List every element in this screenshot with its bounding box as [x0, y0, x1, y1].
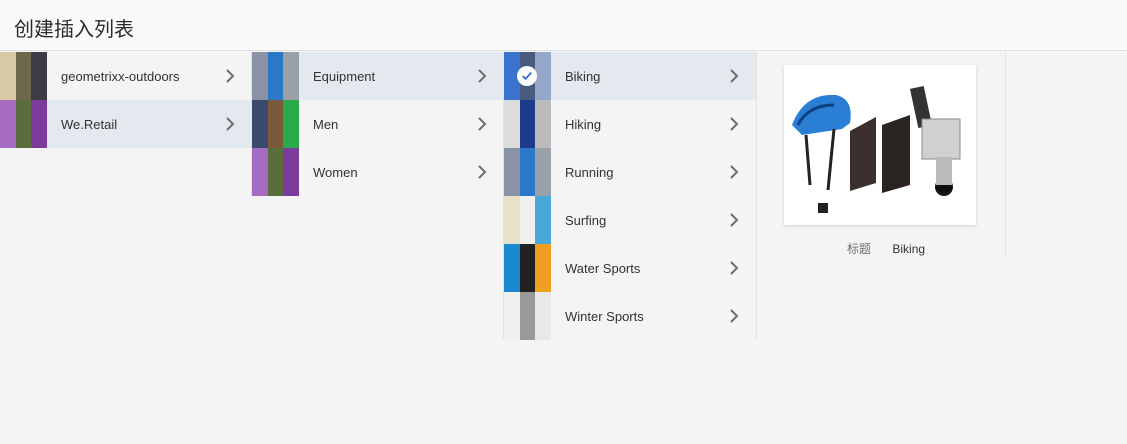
chevron-right-icon[interactable] — [726, 68, 742, 84]
meta-value: Biking — [892, 242, 926, 256]
list-item[interactable]: Men — [252, 100, 504, 148]
list-item-label: Women — [313, 164, 358, 180]
preview-image — [784, 65, 976, 225]
chevron-right-icon[interactable] — [474, 164, 490, 180]
list-item[interactable]: Biking — [504, 52, 756, 100]
list-item-label: Running — [565, 164, 614, 180]
thumbnail-image — [0, 100, 47, 148]
chevron-right-icon[interactable] — [726, 260, 742, 276]
column-1: geometrixx-outdoors We.Retail — [0, 52, 252, 148]
chevron-right-icon[interactable] — [726, 308, 742, 324]
thumbnail-image — [252, 52, 299, 100]
thumbnail-image — [504, 196, 551, 244]
list-item[interactable]: Equipment — [252, 52, 504, 100]
thumbnail-image — [504, 52, 551, 100]
chevron-right-icon[interactable] — [222, 116, 238, 132]
list-item-label: Men — [313, 116, 339, 132]
list-item-label: Biking — [565, 68, 601, 84]
meta-key: 标题 — [847, 242, 872, 256]
chevron-right-icon[interactable] — [474, 68, 490, 84]
thumbnail-image — [504, 148, 551, 196]
chevron-right-icon[interactable] — [726, 212, 742, 228]
helmet-image — [792, 94, 851, 213]
list-item-label: Winter Sports — [565, 308, 644, 324]
list-item[interactable]: Hiking — [504, 100, 756, 148]
list-item-label: Equipment — [313, 68, 376, 84]
tool-image — [909, 85, 961, 196]
list-item[interactable]: geometrixx-outdoors — [0, 52, 252, 100]
thumbnail-image — [504, 292, 551, 340]
thumbnail-image — [252, 148, 299, 196]
list-item[interactable]: We.Retail — [0, 100, 252, 148]
header-bar: 创建插入列表 — [0, 0, 1127, 51]
list-item[interactable]: Women — [252, 148, 504, 196]
thumbnail-image — [0, 52, 47, 100]
page-title: 创建插入列表 — [14, 17, 134, 41]
column-2: Equipment Men Women — [251, 52, 504, 196]
preview-meta: 标题 Biking — [847, 240, 925, 257]
chevron-right-icon[interactable] — [726, 116, 742, 132]
chevron-right-icon[interactable] — [474, 116, 490, 132]
column-3: Biking Hiking Running Surfing Water Sports Wi… — [503, 52, 757, 340]
list-item-label: Hiking — [565, 116, 602, 132]
list-item-label: Water Sports — [565, 260, 641, 276]
list-item-label: Surfing — [565, 212, 607, 228]
list-item[interactable]: Winter Sports — [504, 292, 756, 340]
divider — [1005, 52, 1006, 256]
list-item[interactable]: Running — [504, 148, 756, 196]
grip-image — [850, 115, 910, 193]
list-item-label: We.Retail — [61, 116, 118, 132]
thumbnail-image — [504, 100, 551, 148]
list-item-label: geometrixx-outdoors — [61, 68, 180, 84]
thumbnail-image — [504, 244, 551, 292]
chevron-right-icon[interactable] — [222, 68, 238, 84]
thumbnail-image — [252, 100, 299, 148]
list-item[interactable]: Water Sports — [504, 244, 756, 292]
list-item[interactable]: Surfing — [504, 196, 756, 244]
checkmark-icon[interactable] — [517, 66, 537, 86]
chevron-right-icon[interactable] — [726, 164, 742, 180]
